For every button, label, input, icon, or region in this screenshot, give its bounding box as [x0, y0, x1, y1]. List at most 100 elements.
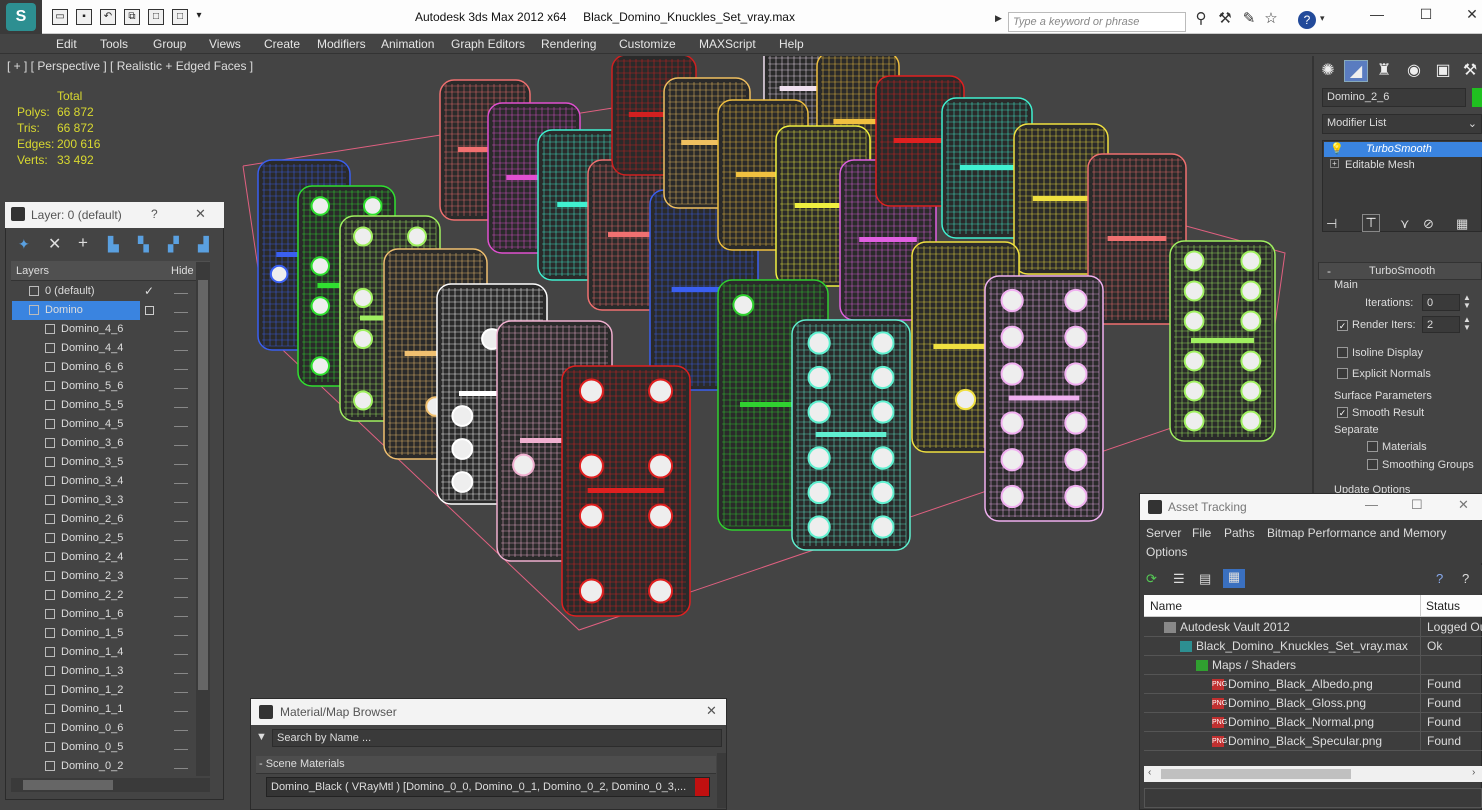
layer-row[interactable]: Domino_4_4: [15, 339, 195, 358]
display-tab-icon[interactable]: ▣: [1431, 60, 1455, 82]
hide-column-header[interactable]: Hide: [171, 265, 194, 277]
browser-options-icon[interactable]: ▼: [256, 731, 267, 743]
menu-tools[interactable]: Tools: [100, 37, 128, 51]
layer-row[interactable]: Domino_3_6: [15, 434, 195, 453]
status-column-header[interactable]: Status: [1426, 599, 1460, 613]
scene-materials-section[interactable]: - Scene Materials: [256, 756, 716, 774]
search-expand-icon[interactable]: ▶: [995, 13, 1005, 31]
lightbulb-icon[interactable]: 💡: [1330, 142, 1344, 155]
fetch-icon[interactable]: □: [172, 9, 188, 25]
material-browser-scrollbar[interactable]: [717, 753, 726, 808]
layer-row[interactable]: Domino_2_5: [15, 529, 195, 548]
menu-modifiers[interactable]: Modifiers: [317, 37, 366, 51]
at-menu-options[interactable]: Options: [1146, 545, 1187, 559]
render-iters-checkbox[interactable]: ✓: [1337, 320, 1348, 331]
app-menu-button[interactable]: S: [0, 0, 42, 34]
menu-maxscript[interactable]: MAXScript: [699, 37, 756, 51]
hide-toggle[interactable]: [174, 730, 188, 731]
freeze-all-icon[interactable]: ▟: [198, 236, 209, 253]
hold-icon[interactable]: □: [148, 9, 164, 25]
tree-view-icon[interactable]: ▤: [1199, 571, 1211, 587]
hide-toggle[interactable]: [174, 635, 188, 636]
highlight-layer-icon[interactable]: ▚: [138, 236, 149, 253]
menu-group[interactable]: Group: [153, 37, 186, 51]
name-column-header[interactable]: Name: [1150, 599, 1182, 613]
menu-customize[interactable]: Customize: [619, 37, 676, 51]
hide-toggle[interactable]: [174, 464, 188, 465]
asset-path-field[interactable]: [1144, 788, 1482, 808]
hide-toggle[interactable]: [174, 331, 188, 332]
viewport-label[interactable]: [ + ] [ Perspective ] [ Realistic + Edge…: [7, 59, 253, 73]
scroll-left-icon[interactable]: ‹: [1148, 767, 1151, 778]
subscription-icon[interactable]: ⚒: [1216, 10, 1234, 28]
remove-modifier-icon[interactable]: ⊘: [1423, 216, 1434, 232]
hide-toggle[interactable]: [174, 312, 188, 313]
motion-tab-icon[interactable]: ◉: [1402, 60, 1426, 82]
set-current-layer-icon[interactable]: [145, 306, 154, 315]
hide-toggle[interactable]: [174, 445, 188, 446]
stack-item-editable-mesh[interactable]: + Editable Mesh: [1324, 158, 1482, 173]
menu-rendering[interactable]: Rendering: [541, 37, 596, 51]
layer-row[interactable]: Domino_2_6: [15, 510, 195, 529]
favorites-star-icon[interactable]: ☆: [1262, 10, 1280, 28]
turbosmooth-rollout-header[interactable]: - TurboSmooth: [1318, 262, 1482, 280]
object-name-field[interactable]: Domino_2_6: [1322, 88, 1466, 107]
at-menu-server[interactable]: Server: [1146, 526, 1181, 540]
hide-toggle[interactable]: [174, 483, 188, 484]
hide-toggle[interactable]: [174, 673, 188, 674]
menu-graph-editors[interactable]: Graph Editors: [451, 37, 525, 51]
hide-toggle[interactable]: [174, 749, 188, 750]
layer-manager-titlebar[interactable]: Layer: 0 (default) ? ✕: [5, 202, 224, 228]
chevron-down-icon[interactable]: ▾: [193, 9, 205, 25]
asset-row[interactable]: PNG Domino_Black_Gloss.png Found: [1144, 694, 1482, 713]
help-icon[interactable]: ?: [1436, 571, 1443, 586]
menu-create[interactable]: Create: [264, 37, 300, 51]
close-icon[interactable]: ✕: [195, 206, 206, 222]
stack-item-turbosmooth[interactable]: 💡 TurboSmooth: [1324, 142, 1482, 157]
hide-toggle[interactable]: [174, 559, 188, 560]
close-icon[interactable]: ✕: [1462, 6, 1482, 26]
layer-row[interactable]: Domino_4_6: [15, 320, 195, 339]
layer-row[interactable]: 0 (default): [15, 282, 195, 301]
asset-row[interactable]: PNG Domino_Black_Albedo.png Found: [1144, 675, 1482, 694]
layer-row[interactable]: Domino_2_3: [15, 567, 195, 586]
asset-row[interactable]: Maps / Shaders: [1144, 656, 1482, 675]
material-browser-titlebar[interactable]: Material/Map Browser ✕: [251, 699, 726, 725]
hide-toggle[interactable]: [174, 293, 188, 294]
select-objects-icon[interactable]: ▙: [108, 236, 119, 253]
layer-row[interactable]: Domino_1_4: [15, 643, 195, 662]
at-menu-paths[interactable]: Paths: [1224, 526, 1255, 540]
layer-row[interactable]: Domino_1_5: [15, 624, 195, 643]
layer-row[interactable]: Domino_3_4: [15, 472, 195, 491]
refresh-icon[interactable]: ⟳: [1146, 571, 1157, 587]
hide-toggle[interactable]: [174, 768, 188, 769]
close-icon[interactable]: ✕: [706, 703, 717, 719]
hide-toggle[interactable]: [174, 654, 188, 655]
render-iters-spinner[interactable]: 2: [1422, 316, 1460, 333]
layer-row[interactable]: Domino_1_1: [15, 700, 195, 719]
layer-row[interactable]: Domino_5_6: [15, 377, 195, 396]
layer-row[interactable]: Domino_0_2: [15, 757, 195, 776]
utilities-tab-icon[interactable]: ⚒: [1458, 60, 1482, 82]
create-tab-icon[interactable]: ✺: [1316, 60, 1340, 82]
iterations-spinner[interactable]: 0: [1422, 294, 1460, 311]
at-menu-file[interactable]: File: [1192, 526, 1211, 540]
asset-row[interactable]: Black_Domino_Knuckles_Set_vray.max Ok: [1144, 637, 1482, 656]
hide-toggle[interactable]: [174, 521, 188, 522]
layer-row[interactable]: Domino_4_5: [15, 415, 195, 434]
hide-toggle[interactable]: [174, 578, 188, 579]
layer-row[interactable]: Domino_0_5: [15, 738, 195, 757]
asset-hscrollbar[interactable]: ‹ ›: [1144, 766, 1482, 782]
smoothing-groups-checkbox[interactable]: [1367, 459, 1378, 470]
create-layer-icon[interactable]: ✦: [18, 236, 30, 253]
layer-list-scrollbar[interactable]: [196, 262, 210, 776]
pin-stack-icon[interactable]: ⊣: [1326, 216, 1337, 232]
redo-icon[interactable]: ⧉: [124, 9, 140, 25]
layer-row[interactable]: Domino_0_6: [15, 719, 195, 738]
save-file-icon[interactable]: ▪: [76, 9, 92, 25]
scrollbar-thumb[interactable]: [198, 280, 208, 690]
close-icon[interactable]: ✕: [1458, 497, 1469, 513]
layer-row[interactable]: Domino_3_5: [15, 453, 195, 472]
make-unique-icon[interactable]: ⋎: [1400, 216, 1410, 232]
layer-row[interactable]: Domino_3_3: [15, 491, 195, 510]
